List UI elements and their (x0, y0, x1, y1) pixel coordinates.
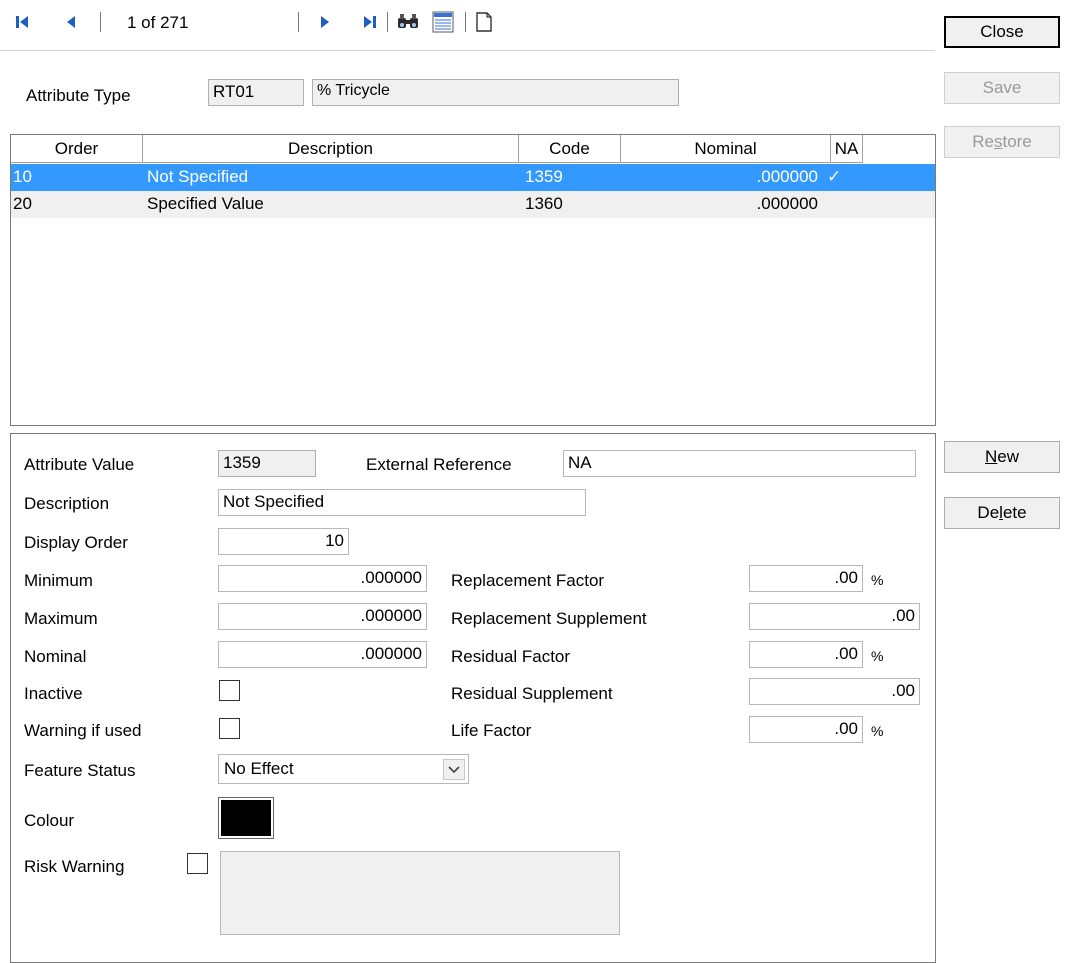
cell-description: Specified Value (147, 194, 264, 213)
cell-description: Not Specified (147, 167, 249, 186)
last-record-icon[interactable] (362, 11, 378, 33)
maximum-field[interactable]: .000000 (218, 603, 427, 630)
percent-sign: % (871, 648, 884, 664)
description-label: Description (24, 494, 110, 513)
attribute-type-label: Attribute Type (26, 86, 131, 105)
column-header-order[interactable]: Order (11, 135, 143, 163)
toolbar-separator (465, 12, 466, 32)
risk-warning-label: Risk Warning (24, 857, 125, 876)
display-order-field[interactable]: 10 (218, 528, 349, 555)
percent-sign: % (871, 572, 884, 588)
attribute-value-label: Attribute Value (24, 455, 135, 474)
toolbar-separator (100, 12, 101, 32)
inactive-label: Inactive (24, 684, 83, 703)
description-field[interactable]: Not Specified (218, 489, 586, 516)
life-factor-label: Life Factor (451, 721, 532, 740)
column-header-na[interactable]: NA (831, 135, 863, 163)
save-button[interactable]: Save (943, 71, 1061, 105)
life-factor-field[interactable]: .00 (749, 716, 863, 743)
residual-factor-field[interactable]: .00 (749, 641, 863, 668)
attribute-values-grid[interactable]: Order Description Code Nominal NA 10 Not… (10, 134, 936, 426)
colour-swatch-button[interactable] (218, 797, 274, 839)
replacement-factor-label: Replacement Factor (451, 571, 605, 590)
replacement-supplement-label: Replacement Supplement (451, 609, 647, 628)
external-reference-label: External Reference (366, 455, 512, 474)
attribute-value-field: 1359 (218, 450, 316, 477)
cell-code: 1359 (525, 167, 563, 186)
na-check-icon: ✓ (827, 167, 842, 186)
chevron-down-icon[interactable] (443, 759, 465, 780)
toolbar-separator (298, 12, 299, 32)
attribute-type-name-field: % Tricycle (312, 79, 679, 106)
risk-warning-checkbox[interactable] (187, 853, 208, 874)
restore-button[interactable]: Re s tore (943, 125, 1061, 159)
feature-status-label: Feature Status (24, 761, 136, 780)
percent-sign: % (871, 723, 884, 739)
feature-status-value: No Effect (224, 759, 294, 778)
nominal-label: Nominal (24, 647, 87, 666)
table-row[interactable]: 10 Not Specified 1359 .000000 ✓ (11, 164, 935, 191)
minimum-field[interactable]: .000000 (218, 565, 427, 592)
cell-code: 1360 (525, 194, 563, 213)
toolbar-separator (387, 12, 388, 32)
next-record-icon[interactable] (318, 11, 332, 33)
delete-button[interactable]: De l ete (943, 496, 1061, 530)
feature-status-select[interactable]: No Effect (218, 754, 469, 784)
grid-header: Order Description Code Nominal NA (11, 135, 935, 163)
cell-nominal: .000000 (756, 167, 818, 186)
cell-order: 20 (13, 194, 32, 213)
colour-label: Colour (24, 811, 75, 830)
table-row[interactable]: 20 Specified Value 1360 .000000 (11, 191, 935, 218)
toolbar-divider (0, 50, 935, 51)
record-position: 1 of 271 (127, 13, 189, 32)
warning-if-used-label: Warning if used (24, 721, 142, 740)
close-button[interactable]: Close (943, 15, 1061, 49)
nominal-field[interactable]: .000000 (218, 641, 427, 668)
risk-warning-text (220, 851, 620, 935)
attribute-type-code-field: RT01 (208, 79, 304, 106)
cell-order: 10 (13, 167, 32, 186)
list-view-icon[interactable] (431, 11, 455, 33)
new-document-icon[interactable] (475, 11, 493, 33)
column-header-code[interactable]: Code (519, 135, 621, 163)
new-button[interactable]: New (943, 440, 1061, 474)
replacement-supplement-field[interactable]: .00 (749, 603, 920, 630)
colour-swatch (221, 800, 271, 836)
find-icon[interactable] (396, 11, 420, 33)
external-reference-field[interactable]: NA (563, 450, 916, 477)
replacement-factor-field[interactable]: .00 (749, 565, 863, 592)
first-record-icon[interactable] (14, 11, 30, 33)
maximum-label: Maximum (24, 609, 98, 628)
cell-nominal: .000000 (756, 194, 818, 213)
residual-factor-label: Residual Factor (451, 647, 571, 666)
minimum-label: Minimum (24, 571, 93, 590)
column-header-description[interactable]: Description (143, 135, 519, 163)
previous-record-icon[interactable] (64, 11, 78, 33)
warning-if-used-checkbox[interactable] (219, 718, 240, 739)
display-order-label: Display Order (24, 533, 128, 552)
inactive-checkbox[interactable] (219, 680, 240, 701)
residual-supplement-label: Residual Supplement (451, 684, 613, 703)
column-header-nominal[interactable]: Nominal (621, 135, 831, 163)
residual-supplement-field[interactable]: .00 (749, 678, 920, 705)
